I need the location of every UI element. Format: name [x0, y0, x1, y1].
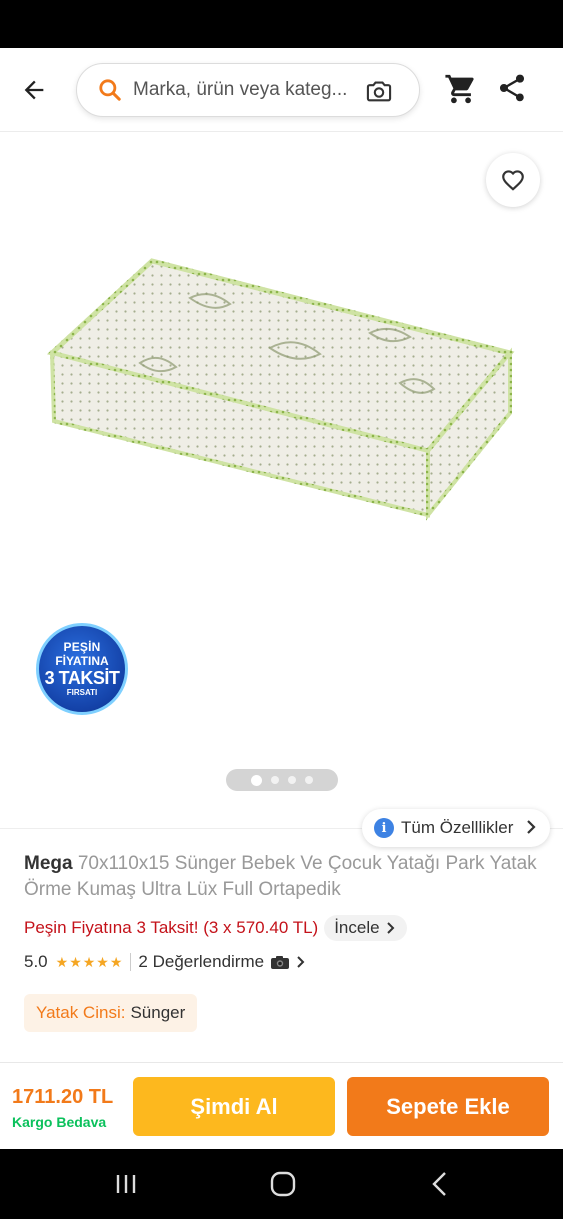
top-bar: Marka, ürün veya kateg... — [0, 48, 563, 132]
all-specs-label: Tüm Özelllikler — [401, 818, 514, 837]
recent-apps-icon[interactable] — [111, 1171, 141, 1197]
promo-badge: PEŞİN FİYATINA 3 TAKSİT FIRSATI — [36, 623, 128, 715]
attribute-key: Yatak Cinsi: — [36, 1003, 126, 1022]
share-icon — [500, 74, 524, 102]
product-name: 70x110x15 Sünger Bebek Ve Çocuk Yatağı P… — [24, 853, 537, 900]
product-brand[interactable]: Mega — [24, 853, 73, 874]
photo-camera-icon — [271, 955, 290, 969]
free-shipping-label: Kargo Bedava — [12, 1114, 107, 1130]
promo-line-3: 3 TAKSİT — [44, 668, 120, 688]
camera-icon[interactable] — [365, 77, 393, 105]
chevron-right-icon — [527, 820, 536, 834]
back-button[interactable] — [14, 70, 54, 110]
product-gallery[interactable]: PEŞİN FİYATINA 3 TAKSİT FIRSATI — [0, 133, 563, 827]
system-back-icon[interactable] — [426, 1171, 456, 1197]
pager-dot[interactable] — [271, 776, 279, 784]
add-to-cart-button[interactable]: Sepete Ekle — [347, 1077, 549, 1136]
image-pager[interactable] — [226, 769, 338, 791]
info-icon: i — [374, 818, 394, 838]
search-input[interactable]: Marka, ürün veya kateg... — [76, 63, 420, 117]
back-arrow-icon — [24, 80, 44, 100]
promo-line-4: FIRSATI — [66, 688, 98, 697]
rating-separator — [130, 953, 132, 971]
rating-stars: ★★★★★ — [55, 953, 124, 970]
product-image — [46, 258, 515, 521]
all-specs-button[interactable]: i Tüm Özelllikler — [362, 809, 550, 847]
pager-dot[interactable] — [305, 776, 313, 784]
promo-line-2: FİYATINA — [55, 654, 109, 668]
promo-line-1: PEŞİN — [63, 640, 101, 654]
installment-row: Peşin Fiyatına 3 Taksit! (3 x 570.40 TL)… — [24, 915, 407, 941]
cart-button[interactable] — [444, 72, 478, 106]
share-button[interactable] — [496, 72, 530, 106]
rating-value: 5.0 — [24, 952, 48, 971]
favorite-button[interactable] — [486, 153, 540, 207]
pager-dot[interactable] — [288, 776, 296, 784]
home-icon[interactable] — [268, 1171, 298, 1197]
search-icon — [97, 77, 123, 103]
search-placeholder: Marka, ürün veya kateg... — [133, 79, 348, 100]
installment-details-button[interactable]: İncele — [324, 915, 407, 941]
chevron-right-icon — [297, 956, 305, 968]
bottom-action-bar: 1711.20 TL Kargo Bedava Şimdi Al Sepete … — [0, 1062, 563, 1149]
chevron-right-icon — [386, 922, 394, 934]
installment-text: Peşin Fiyatına 3 Taksit! (3 x 570.40 TL) — [24, 918, 319, 937]
rating-row: 5.0 ★★★★★ 2 Değerlendirme — [24, 952, 307, 972]
installment-details-label: İncele — [334, 918, 380, 937]
attribute-value: Sünger — [130, 1003, 186, 1022]
cart-icon — [445, 74, 474, 104]
buy-now-button[interactable]: Şimdi Al — [133, 1077, 335, 1136]
reviews-count: 2 Değerlendirme — [138, 952, 265, 971]
pager-dot-active[interactable] — [251, 774, 262, 786]
status-bar — [0, 0, 563, 48]
price: 1711.20 TL — [12, 1086, 114, 1108]
attribute-chip[interactable]: Yatak Cinsi: Sünger — [24, 994, 198, 1032]
product-title: Mega 70x110x15 Sünger Bebek Ve Çocuk Yat… — [24, 851, 544, 903]
reviews-link[interactable]: 2 Değerlendirme — [138, 952, 307, 972]
heart-icon — [502, 170, 524, 191]
system-nav-bar — [0, 1149, 563, 1219]
